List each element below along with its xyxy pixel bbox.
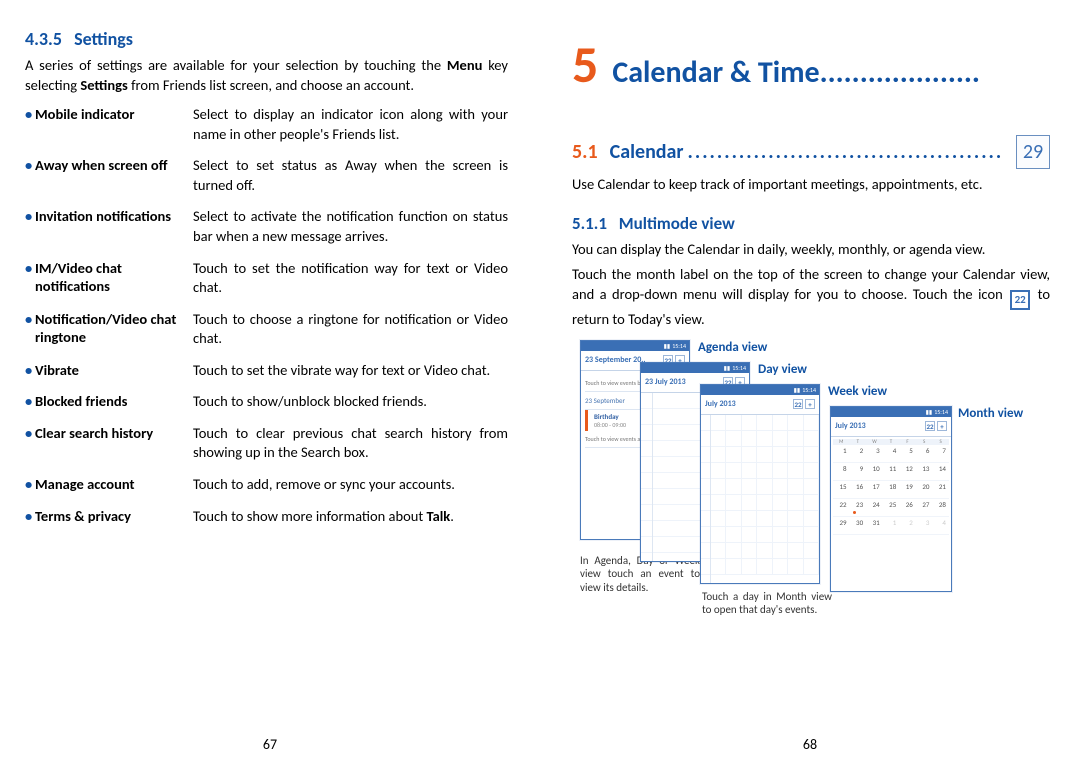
heading-number: 4.3.5 bbox=[25, 28, 62, 50]
setting-label: •Mobile indicator bbox=[25, 105, 185, 144]
intro-text: A series of settings are available for y… bbox=[25, 56, 447, 74]
phone-month-view: ▮▮15:14 July 2013 22+ MTWTFSS 1234567891… bbox=[830, 406, 952, 592]
intro-menu-bold: Menu bbox=[447, 56, 483, 74]
setting-label: •Blocked friends bbox=[25, 392, 185, 412]
title-date: 23 September 20.. bbox=[585, 355, 646, 365]
chapter-title-text: Calendar & Time bbox=[612, 54, 819, 91]
title-date: July 2013 bbox=[705, 399, 736, 409]
title-bar: July 2013 22+ bbox=[831, 417, 951, 437]
status-bar: ▮▮15:14 bbox=[581, 341, 689, 351]
setting-label: •IM/Video chat notifications bbox=[25, 259, 185, 298]
settings-table: •Mobile indicatorSelect to display an in… bbox=[25, 105, 508, 526]
page-number-left: 67 bbox=[0, 736, 540, 753]
status-time: 15:14 bbox=[934, 408, 948, 416]
calendar-app-icon: 29 bbox=[1016, 135, 1050, 169]
section-dots: ........................................… bbox=[688, 140, 1004, 164]
calendar-views-illustration: ▮▮15:14 23 September 20.. 22+ Touch to v… bbox=[572, 340, 1050, 640]
heading-5-1-1: 5.1.1 Multimode view bbox=[572, 213, 1050, 234]
setting-desc: Touch to clear previous chat search hist… bbox=[193, 424, 508, 463]
status-bar: ▮▮15:14 bbox=[701, 385, 819, 395]
chapter-heading: 5 Calendar & Time.................... bbox=[572, 38, 1050, 91]
chapter-title: Calendar & Time.................... bbox=[612, 54, 1050, 91]
setting-desc: Select to display an indicator icon alon… bbox=[193, 105, 508, 144]
setting-desc: Touch to choose a ringtone for notificat… bbox=[193, 310, 508, 349]
page-right: 5 Calendar & Time.................... 5.… bbox=[540, 0, 1080, 767]
section-number: 5.1 bbox=[572, 140, 598, 164]
page-number-right: 68 bbox=[540, 736, 1080, 753]
settings-intro: A series of settings are available for y… bbox=[25, 56, 508, 95]
intro-text3: from Friends list screen, and choose an … bbox=[128, 76, 414, 94]
phone-week-view: ▮▮15:14 July 2013 22+ bbox=[700, 384, 820, 584]
caption-month: Touch a day in Month view to open that d… bbox=[702, 590, 832, 618]
add-icon: + bbox=[805, 399, 815, 409]
heading-title: Multimode view bbox=[619, 213, 735, 234]
label-month-view: Month view bbox=[958, 406, 1023, 421]
multimode-para2: Touch the month label on the top of the … bbox=[572, 265, 1050, 330]
status-bar: ▮▮15:14 bbox=[641, 363, 749, 373]
status-bar: ▮▮15:14 bbox=[831, 407, 951, 417]
page-left: 4.3.5 Settings A series of settings are … bbox=[0, 0, 540, 767]
setting-desc: Touch to set the notification way for te… bbox=[193, 259, 508, 298]
today-icon: 22 bbox=[1010, 290, 1030, 310]
calendar-icon-day: 29 bbox=[1023, 140, 1043, 164]
label-week-view: Week view bbox=[828, 384, 887, 399]
setting-label: •Terms & privacy bbox=[25, 507, 185, 527]
setting-desc: Touch to show more information about Tal… bbox=[193, 507, 508, 527]
title-date: July 2013 bbox=[835, 421, 866, 431]
setting-desc: Touch to add, remove or sync your accoun… bbox=[193, 475, 508, 495]
label-agenda-view: Agenda view bbox=[698, 340, 767, 355]
heading-4-3-5: 4.3.5 Settings bbox=[25, 28, 508, 50]
title-bar: July 2013 22+ bbox=[701, 395, 819, 415]
week-body bbox=[701, 415, 819, 583]
setting-label: •Clear search history bbox=[25, 424, 185, 463]
setting-label: •Notification/Video chat ringtone bbox=[25, 310, 185, 349]
setting-desc: Select to set status as Away when the sc… bbox=[193, 156, 508, 195]
setting-desc: Touch to set the vibrate way for text or… bbox=[193, 361, 508, 381]
multimode-para1: You can display the Calendar in daily, w… bbox=[572, 240, 1050, 260]
setting-desc: Select to activate the notification func… bbox=[193, 207, 508, 246]
add-icon: + bbox=[937, 421, 947, 431]
month-body: MTWTFSS 12345678910111213141516171819202… bbox=[831, 437, 951, 591]
status-time: 15:14 bbox=[732, 364, 746, 372]
status-time: 15:14 bbox=[672, 342, 686, 350]
today-icon: 22 bbox=[793, 399, 803, 409]
chapter-number: 5 bbox=[572, 38, 598, 90]
title-date: 23 July 2013 bbox=[645, 377, 686, 387]
today-icon: 22 bbox=[925, 421, 935, 431]
heading-title: Settings bbox=[74, 28, 133, 50]
setting-desc: Touch to show/unblock blocked friends. bbox=[193, 392, 508, 412]
setting-label: •Invitation notifications bbox=[25, 207, 185, 246]
intro-settings-bold: Settings bbox=[80, 76, 127, 94]
label-day-view: Day view bbox=[758, 362, 807, 377]
section-heading-5-1: 5.1 Calendar ...........................… bbox=[572, 135, 1050, 169]
status-time: 15:14 bbox=[802, 386, 816, 394]
heading-number: 5.1.1 bbox=[572, 213, 607, 234]
calendar-intro: Use Calendar to keep track of important … bbox=[572, 175, 1050, 195]
setting-label: •Away when screen off bbox=[25, 156, 185, 195]
para3-text: Touch the month label on the top of the … bbox=[572, 265, 1050, 303]
setting-label: •Manage account bbox=[25, 475, 185, 495]
title-icons: 22+ bbox=[923, 421, 947, 432]
chapter-dots: .................... bbox=[820, 54, 980, 91]
setting-label: •Vibrate bbox=[25, 361, 185, 381]
section-title: Calendar bbox=[610, 140, 684, 164]
title-icons: 22+ bbox=[791, 399, 815, 410]
